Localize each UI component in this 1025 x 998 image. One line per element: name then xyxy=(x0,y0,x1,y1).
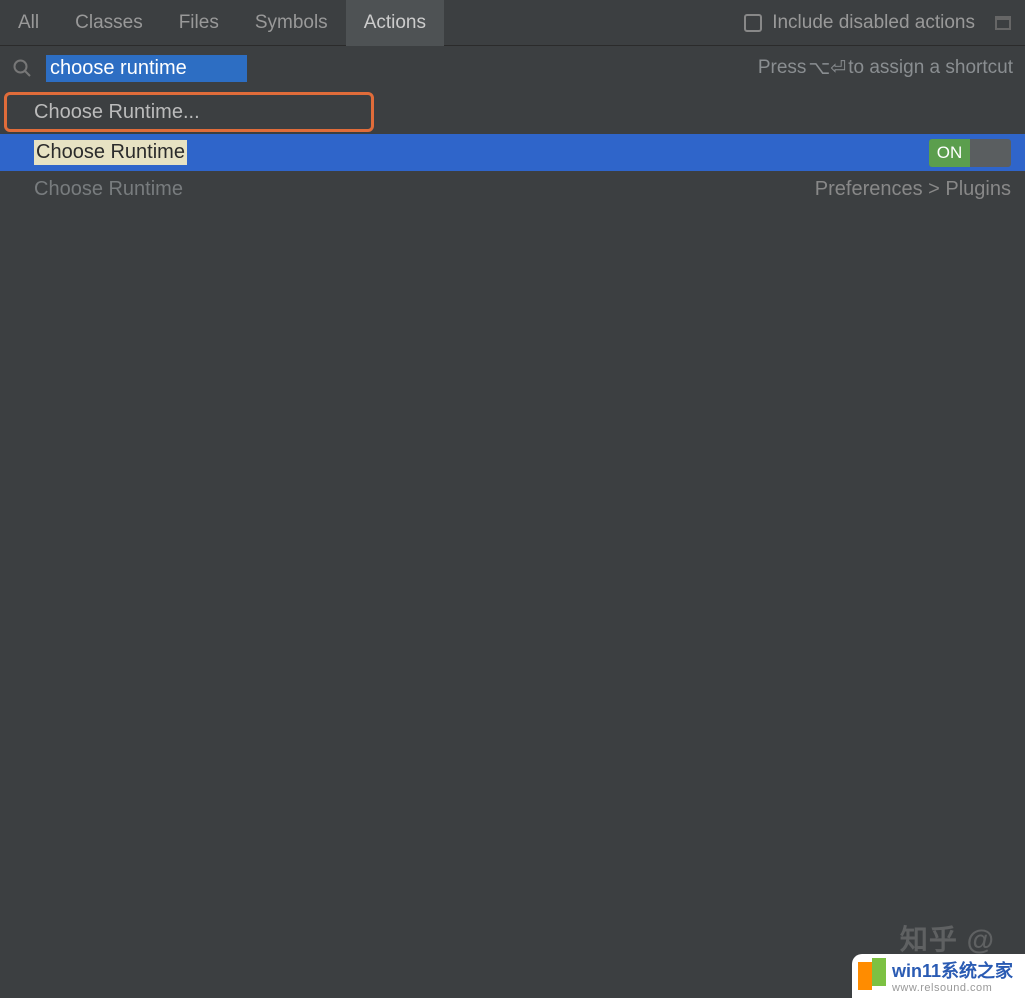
result-label: Choose Runtime... xyxy=(34,101,200,124)
watermark-brand: win11系统之家 www.relsound.com xyxy=(852,954,1025,998)
results-list: Choose Runtime... Choose Runtime ON Choo… xyxy=(0,92,1025,208)
tab-classes[interactable]: Classes xyxy=(57,0,161,46)
tab-symbols[interactable]: Symbols xyxy=(237,0,346,46)
toggle-on-label: ON xyxy=(929,139,970,167)
result-label: Choose Runtime xyxy=(34,140,187,165)
search-icon xyxy=(12,58,32,78)
shortcut-hint: Press ⌥⏎ to assign a shortcut xyxy=(758,57,1013,80)
result-path: Preferences > Plugins xyxy=(815,178,1011,201)
tab-files[interactable]: Files xyxy=(161,0,237,46)
watermark-zhihu: 知乎 @ xyxy=(900,918,995,958)
detach-window-icon[interactable] xyxy=(995,16,1011,30)
search-input[interactable] xyxy=(46,55,247,82)
result-choose-runtime-toggle[interactable]: Choose Runtime ON xyxy=(0,134,1025,171)
tab-actions[interactable]: Actions xyxy=(346,0,444,46)
include-disabled-label: Include disabled actions xyxy=(772,12,975,34)
result-choose-runtime-plugin[interactable]: Choose Runtime Preferences > Plugins xyxy=(0,171,1025,208)
tab-all[interactable]: All xyxy=(0,0,57,46)
checkbox-icon[interactable] xyxy=(744,14,762,32)
result-choose-runtime-action[interactable]: Choose Runtime... xyxy=(4,92,374,132)
brand-logo-icon xyxy=(858,962,886,990)
toggle-switch[interactable]: ON xyxy=(929,139,1011,167)
tabs-bar: All Classes Files Symbols Actions Includ… xyxy=(0,0,1025,46)
search-bar: Press ⌥⏎ to assign a shortcut xyxy=(0,46,1025,90)
include-disabled-actions[interactable]: Include disabled actions xyxy=(744,12,989,34)
result-label: Choose Runtime xyxy=(34,178,183,201)
